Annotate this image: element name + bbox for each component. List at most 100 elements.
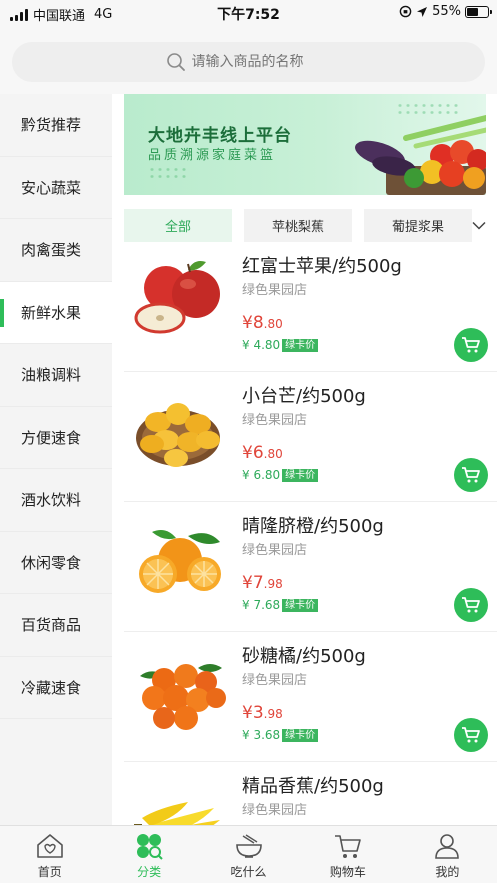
sidebar-item-fruits[interactable]: 新鲜水果	[0, 281, 112, 344]
search-input[interactable]	[191, 54, 332, 70]
product-name: 晴隆脐橙/约500g	[242, 516, 384, 537]
tab-mine[interactable]: 我的	[398, 826, 497, 883]
product-store: 绿色果园店	[242, 283, 308, 298]
sidebar-item-label: 油粮调料	[21, 366, 82, 385]
sidebar-item-label: 肉禽蛋类	[21, 241, 82, 260]
tab-label: 购物车	[329, 865, 366, 879]
member-price: ¥ 6.80	[242, 468, 281, 482]
price-integer: 6	[252, 443, 264, 463]
product-item[interactable]: 砂糖橘/约500g 绿色果园店 ¥3.98 ¥ 3.68 绿卡价	[124, 632, 497, 762]
category-sidebar: 黔货推荐 安心蔬菜 肉禽蛋类 新鲜水果 油粮调料 方便速食 酒水饮料 休闲零食 …	[0, 94, 112, 825]
price-currency: ¥	[242, 703, 253, 723]
tab-what-to-eat[interactable]: 吃什么	[199, 826, 298, 883]
tab-label: 全部	[164, 220, 191, 235]
banner-subtitle: 品质溯源家庭菜篮	[148, 148, 277, 163]
add-to-cart-button[interactable]	[454, 458, 488, 492]
product-store: 绿色果园店	[242, 543, 308, 558]
product-price: ¥8.80	[242, 313, 283, 333]
sidebar-item-snacks[interactable]: 休闲零食	[0, 532, 112, 594]
sidebar-item-label: 方便速食	[21, 428, 82, 447]
product-item[interactable]: 小台芒/约500g 绿色果园店 ¥6.80 ¥ 6.80 绿卡价	[124, 372, 497, 502]
category-icon	[137, 834, 163, 860]
banner-title: 大地卉丰线上平台	[148, 126, 292, 146]
battery-fill	[467, 7, 478, 16]
bowl-icon	[235, 834, 262, 858]
sidebar-item-guizhou[interactable]: 黔货推荐	[0, 94, 112, 157]
member-price-row: ¥ 6.80 绿卡价	[242, 468, 319, 482]
price-decimal: .80	[263, 317, 283, 331]
product-price: ¥3.98	[242, 703, 283, 723]
cart-icon	[462, 467, 480, 483]
sidebar-item-drinks[interactable]: 酒水饮料	[0, 469, 112, 532]
price-integer: 7	[252, 573, 264, 593]
add-to-cart-button[interactable]	[454, 328, 488, 362]
product-store: 绿色果园店	[242, 803, 308, 818]
tab-all[interactable]: 全部	[124, 209, 232, 242]
price-integer: 8	[252, 313, 264, 333]
sidebar-item-label: 安心蔬菜	[21, 178, 82, 197]
search-icon	[166, 53, 185, 71]
sidebar-item-label: 新鲜水果	[21, 303, 82, 322]
tab-label: 我的	[435, 865, 460, 879]
product-price: ¥7.98	[242, 573, 283, 593]
tab-label: 首页	[37, 865, 62, 879]
price-currency: ¥	[242, 443, 253, 463]
tab-apple-peach-pear-banana[interactable]: 苹桃梨蕉	[244, 209, 352, 242]
banner-decoration	[148, 166, 188, 180]
app-screen: 中国联通 4G 下午7:52 55% 黔货推荐 安心蔬菜 肉禽蛋类 新鲜水果 油…	[0, 0, 497, 883]
tab-home[interactable]: 首页	[0, 826, 99, 883]
product-store: 绿色果园店	[242, 413, 308, 428]
product-content: 大地卉丰线上平台 品质溯源家庭菜篮 全部 苹桃梨蕉 葡提浆果 红富士苹果/约50…	[112, 94, 497, 825]
product-name: 小台芒/约500g	[242, 386, 366, 407]
sidebar-item-general-goods[interactable]: 百货商品	[0, 594, 112, 657]
battery-icon	[465, 5, 492, 18]
product-name: 精品香蕉/约500g	[242, 776, 384, 797]
tab-grape-berry[interactable]: 葡提浆果	[364, 209, 472, 242]
product-item[interactable]: 精品香蕉/约500g 绿色果园店	[124, 762, 497, 825]
add-to-cart-button[interactable]	[454, 718, 488, 752]
banana-image	[134, 802, 220, 825]
promo-banner[interactable]: 大地卉丰线上平台 品质溯源家庭菜篮	[124, 94, 486, 195]
user-icon	[435, 834, 460, 859]
sidebar-item-meat-eggs[interactable]: 肉禽蛋类	[0, 219, 112, 282]
product-name: 红富士苹果/约500g	[242, 256, 402, 277]
sidebar-item-oil-grain[interactable]: 油粮调料	[0, 344, 112, 407]
product-item[interactable]: 晴隆脐橙/约500g 绿色果园店 ¥7.98 ¥ 7.68 绿卡价	[124, 502, 497, 632]
price-integer: 3	[252, 703, 264, 723]
member-price-badge: 绿卡价	[282, 338, 319, 352]
tab-label: 吃什么	[230, 865, 267, 879]
orange-image	[139, 530, 221, 593]
member-price: ¥ 7.68	[242, 598, 281, 612]
product-price: ¥6.80	[242, 443, 283, 463]
product-store: 绿色果园店	[242, 673, 308, 688]
sidebar-item-frozen[interactable]: 冷藏速食	[0, 657, 112, 719]
member-price: ¥ 4.80	[242, 338, 281, 352]
search-box[interactable]	[12, 42, 485, 82]
member-price-badge: 绿卡价	[282, 728, 319, 742]
member-price: ¥ 3.68	[242, 728, 281, 742]
sidebar-item-label: 休闲零食	[21, 553, 82, 572]
status-bar: 中国联通 4G 下午7:52 55%	[0, 0, 497, 26]
price-currency: ¥	[242, 313, 253, 333]
member-price-row: ¥ 7.68 绿卡价	[242, 598, 319, 612]
cart-icon	[462, 597, 480, 613]
rotation-lock-icon	[399, 5, 412, 18]
tabs-expand-button[interactable]	[467, 210, 491, 240]
sidebar-item-label: 黔货推荐	[21, 116, 82, 135]
member-price-row: ¥ 4.80 绿卡价	[242, 338, 319, 352]
mango-image	[136, 403, 220, 467]
sidebar-item-vegetables[interactable]: 安心蔬菜	[0, 157, 112, 219]
price-decimal: .98	[263, 577, 283, 591]
tangerine-image	[140, 664, 226, 730]
member-price-row: ¥ 3.68 绿卡价	[242, 728, 319, 742]
product-item[interactable]: 红富士苹果/约500g 绿色果园店 ¥8.80 ¥ 4.80 绿卡价	[124, 242, 497, 372]
sidebar-item-label: 酒水饮料	[21, 491, 82, 510]
add-to-cart-button[interactable]	[454, 588, 488, 622]
tab-category[interactable]: 分类	[99, 826, 198, 883]
tab-cart[interactable]: 购物车	[298, 826, 397, 883]
sidebar-item-label: 百货商品	[21, 616, 82, 635]
sidebar-item-instant-food[interactable]: 方便速食	[0, 407, 112, 469]
chevron-down-icon	[472, 221, 486, 230]
cart-icon	[462, 727, 480, 743]
price-decimal: .80	[263, 447, 283, 461]
